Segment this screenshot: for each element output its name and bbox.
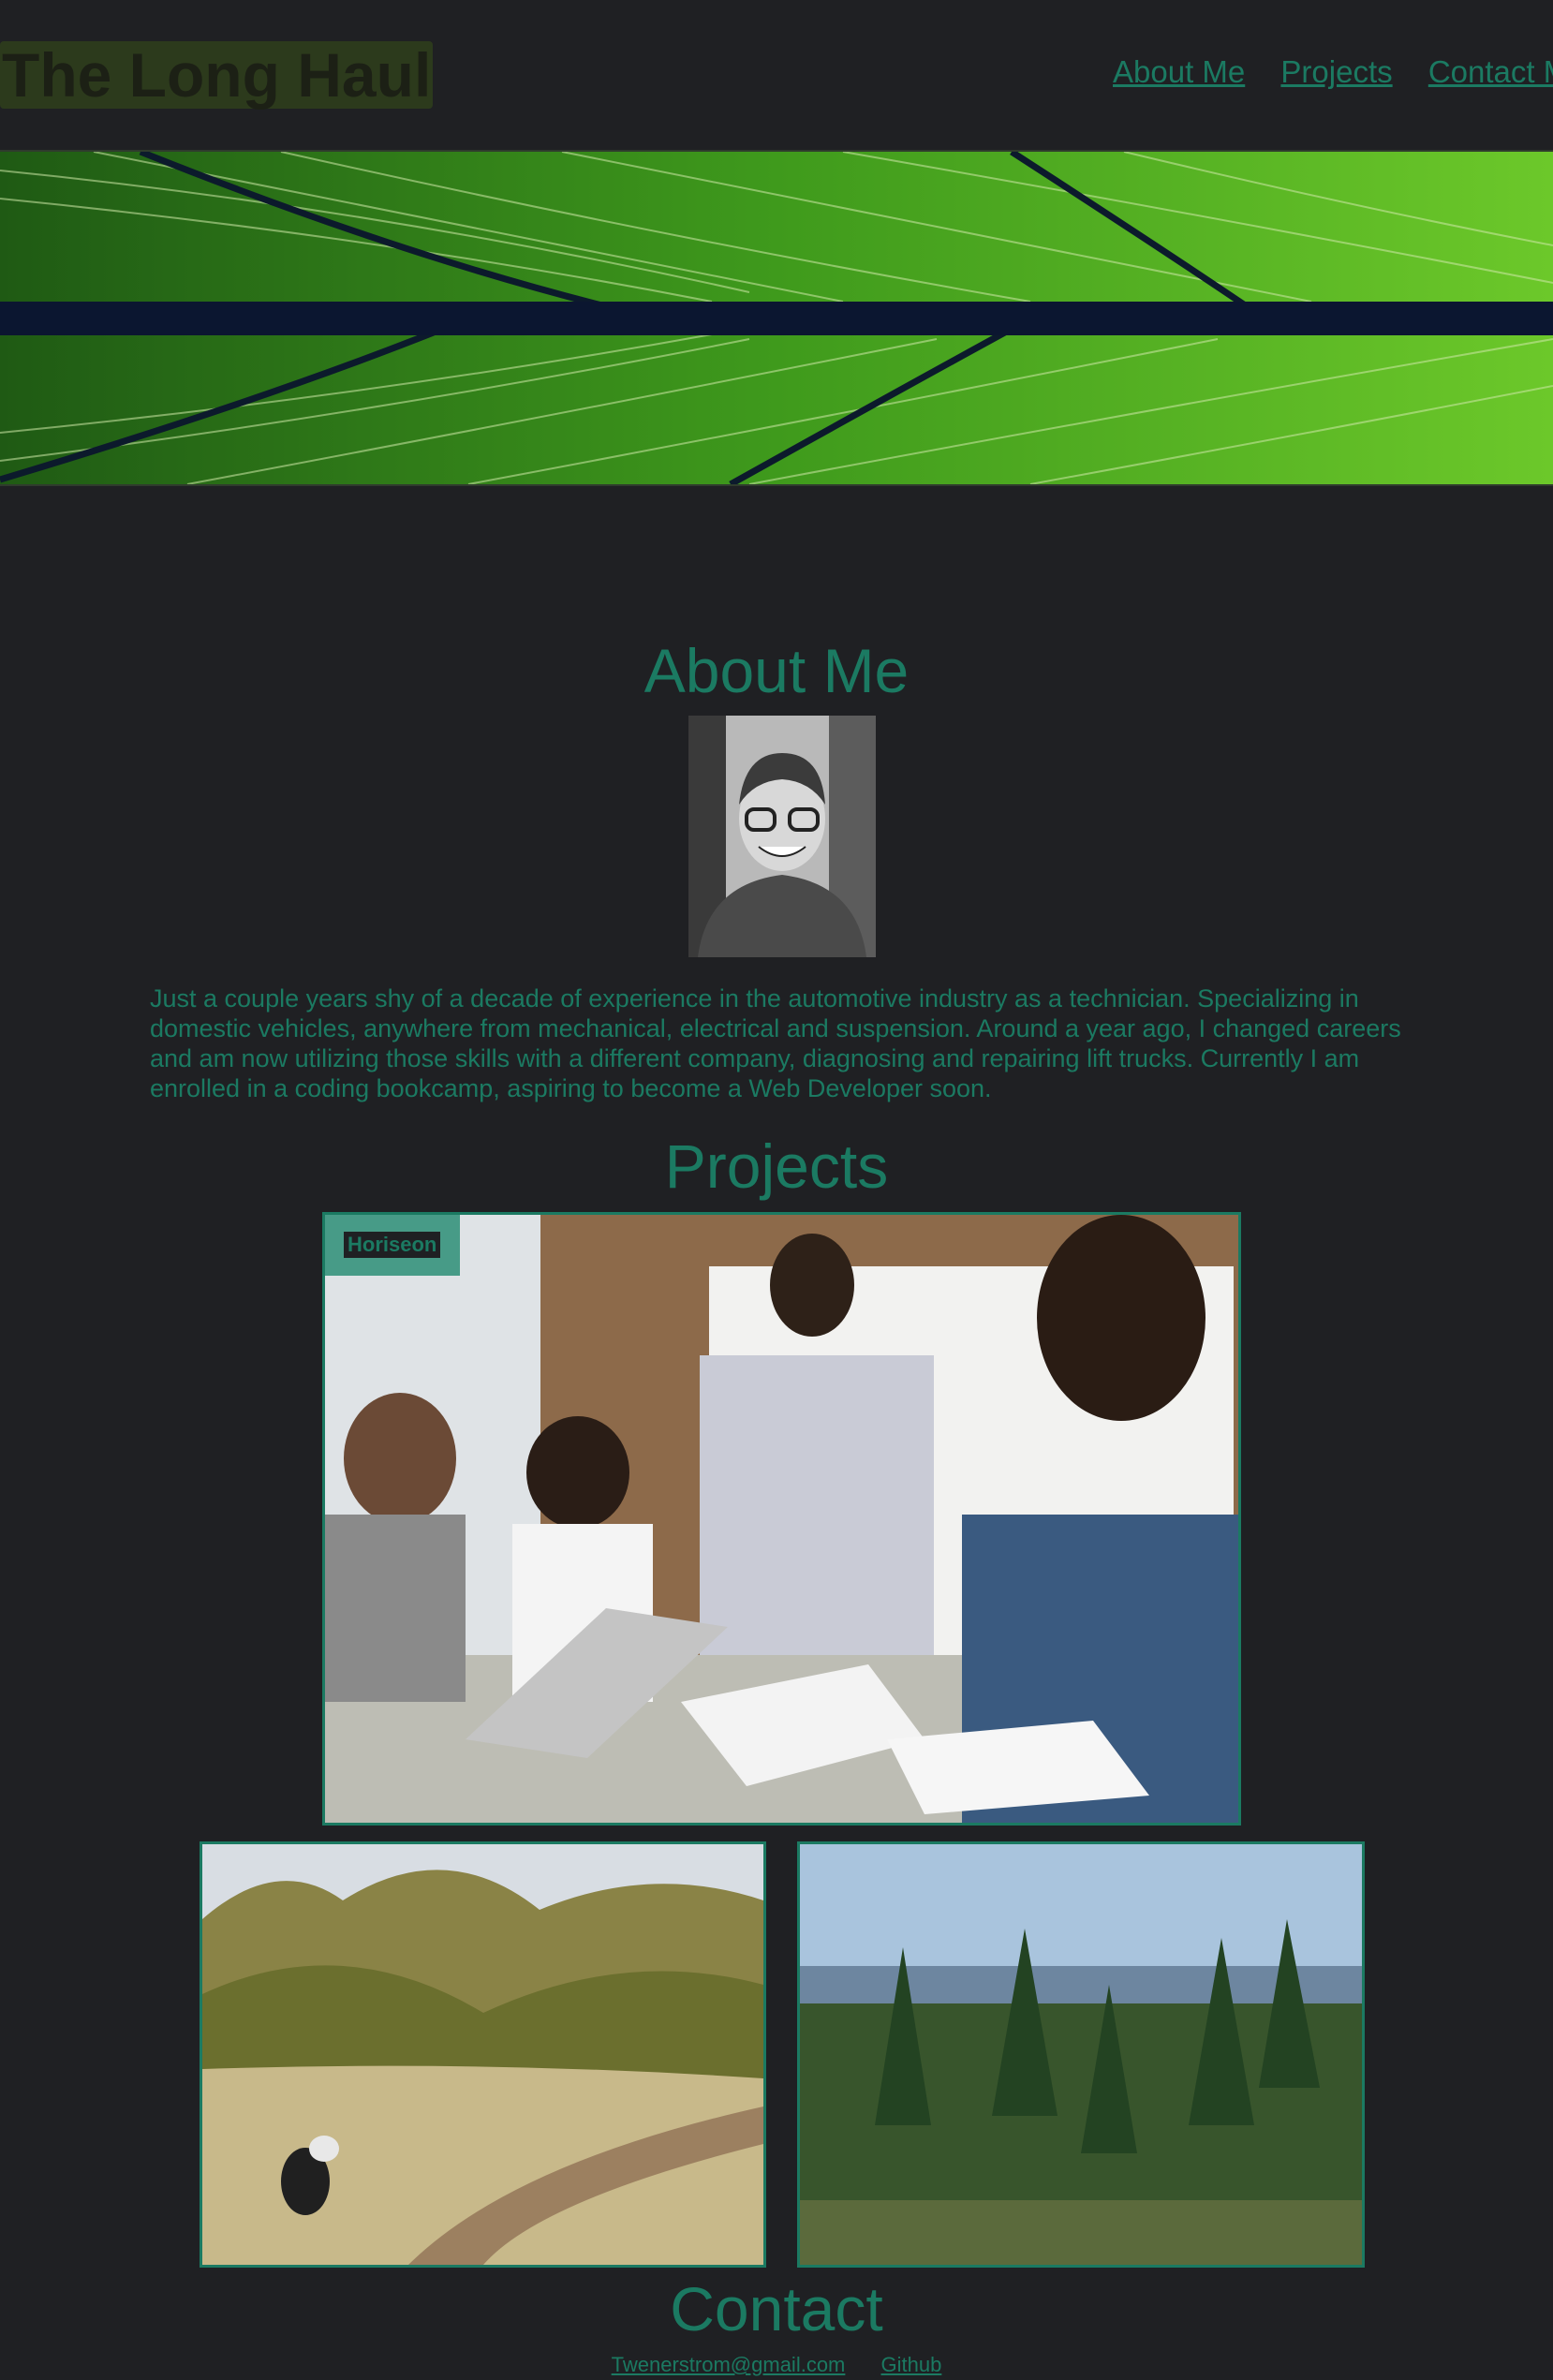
hero-banner-image — [0, 150, 1553, 486]
nav-projects-link[interactable]: Projects — [1280, 54, 1392, 89]
nav-about-me-link[interactable]: About Me — [1113, 54, 1245, 89]
nav-contact-me-link[interactable]: Contact Me — [1428, 54, 1553, 89]
contact-heading: Contact — [670, 2274, 883, 2343]
github-link[interactable]: Github — [881, 2353, 942, 2376]
mountain-trail-dog-photo — [202, 1844, 763, 2265]
project-label-horiseon: Horiseon — [344, 1232, 441, 1258]
project-card-2[interactable] — [200, 1841, 766, 2268]
main-nav: About Me Projects Contact Me — [1113, 54, 1553, 90]
project-card-3[interactable] — [797, 1841, 1365, 2268]
pine-forest-lake-photo — [800, 1844, 1362, 2265]
leaf-banner-image — [0, 152, 1553, 484]
email-link[interactable]: Twenerstrom@gmail.com — [612, 2353, 846, 2376]
about-bio-text: Just a couple years shy of a decade of e… — [150, 984, 1401, 1102]
site-header: The Long Haul About Me Projects Contact … — [0, 0, 1553, 150]
projects-heading: Projects — [664, 1131, 889, 1201]
project-card-horiseon[interactable]: Horiseon — [322, 1212, 1241, 1826]
about-me-heading: About Me — [643, 636, 910, 705]
team-meeting-photo — [325, 1215, 1238, 1823]
contact-links: Twenerstrom@gmail.com Github — [0, 2352, 1553, 2378]
portrait-photo — [688, 716, 876, 957]
site-title: The Long Haul — [0, 40, 434, 110]
